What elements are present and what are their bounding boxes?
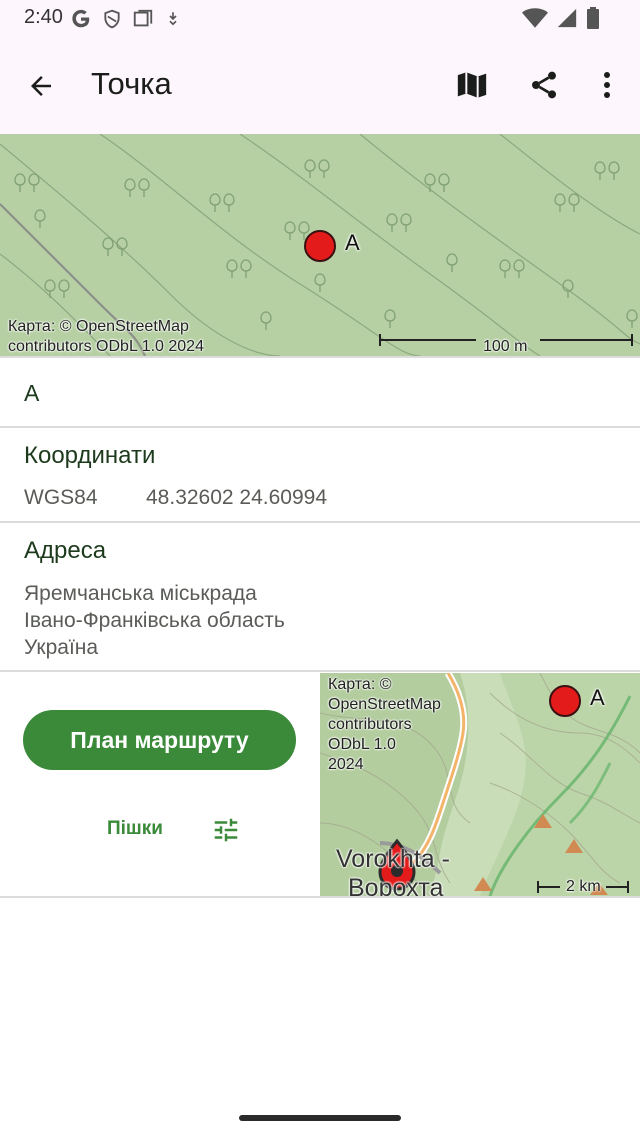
mini-map-scale-label: 2 km	[566, 878, 601, 895]
download-icon	[169, 12, 177, 26]
divider	[0, 426, 640, 428]
google-icon	[72, 9, 90, 28]
status-right-icons	[522, 7, 600, 29]
divider	[0, 896, 640, 898]
tune-icon	[214, 818, 238, 842]
place-label: Vorokhta -	[336, 845, 450, 873]
more-options-button[interactable]	[585, 63, 629, 107]
status-bar: 2:40	[0, 0, 640, 36]
address-line: Івано-Франківська область	[24, 609, 285, 632]
map-attribution-line2: contributors ODbL 1.0 2024	[8, 338, 204, 355]
coordinates-title: Координати	[24, 442, 156, 469]
route-overview-map[interactable]: A Карта: © OpenStreetMap contributors OD…	[320, 673, 640, 896]
battery-icon	[587, 7, 599, 29]
arrow-back-icon	[31, 76, 51, 96]
address-line: Україна	[24, 636, 99, 659]
point-marker[interactable]	[304, 230, 336, 262]
share-button[interactable]	[522, 63, 566, 107]
shield-icon	[104, 9, 120, 29]
coordinate-system[interactable]: WGS84	[24, 486, 98, 510]
map-scale-label: 100 m	[483, 338, 528, 355]
open-map-button[interactable]	[450, 63, 494, 107]
signal-icon	[557, 8, 577, 28]
mini-map-attribution: 2024	[328, 756, 364, 773]
mini-map-attribution: Карта: ©	[328, 676, 392, 693]
marker-label: A	[345, 230, 360, 255]
app-bar: Точка	[0, 36, 640, 134]
mini-map-attribution: OpenStreetMap	[328, 696, 441, 713]
address-title: Адреса	[24, 537, 107, 564]
more-vert-icon	[604, 72, 610, 98]
status-left-icons	[70, 8, 182, 30]
map-attribution-line1: Карта: © OpenStreetMap	[8, 318, 189, 335]
back-button[interactable]	[20, 65, 62, 107]
page-title: Точка	[91, 66, 172, 101]
mini-map-attribution: ODbL 1.0	[328, 736, 396, 753]
map-icon	[457, 72, 487, 98]
address-line: Яремчанська міськрада	[24, 582, 257, 605]
mini-marker-label: A	[590, 685, 605, 710]
divider	[0, 356, 640, 358]
place-label: Ворохта	[348, 874, 444, 896]
screenshot-icon	[133, 9, 153, 27]
share-icon	[532, 71, 556, 99]
mini-map-attribution: contributors	[328, 716, 412, 733]
destination-marker[interactable]	[549, 685, 581, 717]
coordinate-value[interactable]: 48.32602 24.60994	[146, 486, 327, 510]
status-time: 2:40	[24, 6, 63, 28]
home-indicator[interactable]	[239, 1115, 401, 1121]
travel-mode-label[interactable]: Пішки	[107, 818, 163, 840]
divider	[0, 670, 640, 672]
point-map[interactable]: A Карта: © OpenStreetMap contributors OD…	[0, 134, 640, 356]
route-plan-button[interactable]: План маршруту	[23, 710, 296, 770]
divider	[0, 521, 640, 523]
wifi-icon	[522, 8, 548, 28]
route-settings-button[interactable]	[207, 812, 245, 848]
point-name: A	[24, 380, 40, 406]
